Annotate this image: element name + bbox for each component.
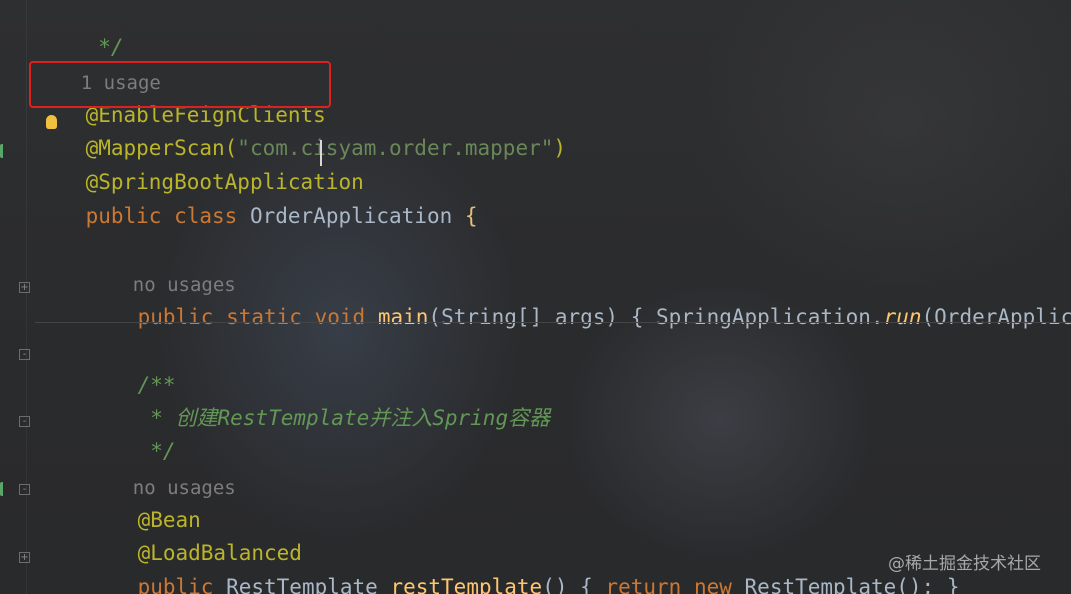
code-line-mapper-scan: @MapperScan("com.cisyam.order.mapper")	[35, 103, 566, 160]
fold-icon[interactable]: +	[19, 282, 30, 293]
fold-icon[interactable]: -	[19, 416, 30, 427]
fold-icon[interactable]: +	[19, 552, 30, 563]
code-line-comment-close: */	[35, 2, 123, 59]
keyword-void: void	[314, 305, 366, 329]
code-line-class-decl: public class OrderApplication {	[35, 171, 478, 228]
main-params: (String[] args) { SpringApplication.	[428, 305, 884, 329]
method-main: main	[377, 305, 429, 329]
keyword-public: public	[137, 575, 214, 594]
code-line-load-balanced: @LoadBalanced	[87, 508, 302, 565]
keyword-static: static	[226, 305, 302, 329]
fold-icon[interactable]: -	[19, 349, 30, 360]
code-line-doc-open: /**	[87, 340, 176, 397]
keyword-class: class	[174, 204, 238, 228]
method-separator	[35, 322, 1071, 323]
code-line-rest-template: public RestTemplate restTemplate() { ret…	[87, 542, 960, 594]
doc-text: * 创建RestTemplate并注入Spring容器	[137, 406, 551, 430]
code-line-doc-text: * 创建RestTemplate并注入Spring容器	[87, 373, 550, 430]
keyword-new: new	[693, 575, 732, 594]
code-line-spring-boot-app: @SpringBootApplication	[35, 137, 364, 194]
code-line-main: public static void main(String[] args) {…	[87, 272, 1071, 329]
gutter-divider	[26, 0, 27, 594]
class-name: OrderApplication	[249, 204, 453, 228]
watermark: @稀土掘金技术社区	[888, 554, 1041, 574]
highlight-box	[29, 61, 331, 108]
method-rest-template: restTemplate	[390, 575, 543, 594]
bean-gutter-icon[interactable]	[0, 482, 7, 496]
keyword-public: public	[137, 305, 214, 329]
main-rest: (OrderApplicat	[921, 305, 1071, 329]
run-gutter-icon[interactable]	[0, 144, 7, 158]
rest-template-parens: () {	[542, 575, 593, 594]
usage-hint[interactable]: no usages	[87, 240, 236, 296]
keyword-public: public	[85, 204, 162, 228]
mapper-scan-close: )	[553, 136, 567, 160]
open-brace: {	[464, 204, 478, 228]
usage-hint[interactable]: no usages	[87, 443, 236, 499]
code-line-doc-close: */	[87, 406, 175, 463]
code-line-bean: @Bean	[87, 475, 201, 532]
type-rest-template: RestTemplate	[226, 575, 378, 594]
rest-template-ctor: RestTemplate(); }	[744, 575, 960, 594]
keyword-return: return	[605, 575, 682, 594]
text-caret	[320, 140, 322, 166]
code-editor[interactable]: */ 1 usage @EnableFeignClients @MapperSc…	[0, 0, 1071, 594]
method-run: run	[883, 305, 922, 329]
fold-icon[interactable]: -	[19, 484, 30, 495]
